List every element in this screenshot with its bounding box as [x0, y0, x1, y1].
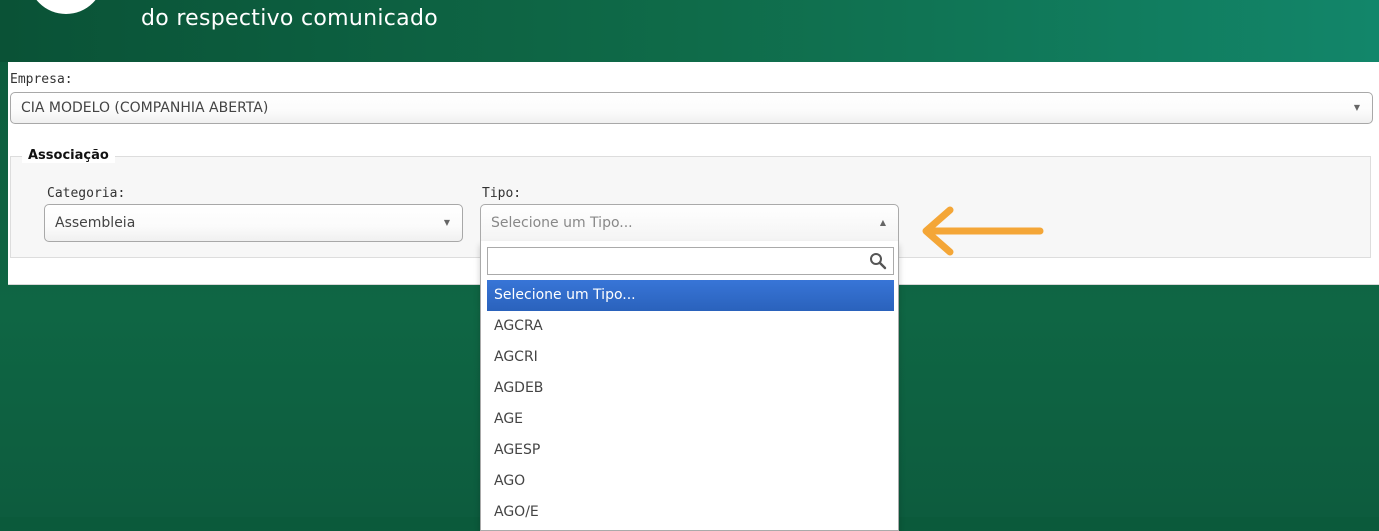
step-circle	[28, 0, 104, 14]
tipo-option[interactable]: AGESP	[487, 435, 894, 466]
header-banner: do respectivo comunicado	[0, 0, 1379, 62]
associacao-legend: Associação	[22, 148, 115, 163]
tipo-options-list: Selecione um Tipo... AGCRA AGCRI AGDEB A…	[487, 280, 894, 528]
triangle-down-icon: ▼	[443, 218, 450, 228]
triangle-down-icon: ▼	[1353, 103, 1360, 113]
tipo-option[interactable]: Selecione um Tipo...	[487, 280, 894, 311]
empresa-select[interactable]: CIA MODELO (COMPANHIA ABERTA) ▼	[10, 92, 1373, 124]
tipo-label: Tipo:	[482, 186, 522, 201]
empresa-label: Empresa:	[10, 72, 73, 87]
tipo-search-box[interactable]	[487, 247, 894, 275]
empresa-select-value: CIA MODELO (COMPANHIA ABERTA)	[21, 100, 269, 116]
tipo-option[interactable]: AGO	[487, 466, 894, 497]
tipo-option[interactable]: AGCRA	[487, 311, 894, 342]
tipo-search-input[interactable]	[492, 249, 866, 275]
search-icon	[870, 253, 887, 270]
tipo-option[interactable]: AGE	[487, 404, 894, 435]
tipo-option[interactable]: AGCRI	[487, 342, 894, 373]
orange-left-arrow-icon	[922, 206, 1044, 256]
tipo-option[interactable]: AGO/E	[487, 497, 894, 528]
banner-text: do respectivo comunicado	[141, 6, 438, 31]
triangle-up-icon: ▲	[879, 218, 886, 228]
categoria-label: Categoria:	[47, 186, 126, 201]
tipo-dropdown: Selecione um Tipo... AGCRA AGCRI AGDEB A…	[480, 241, 899, 531]
tipo-select-placeholder: Selecione um Tipo...	[491, 215, 633, 231]
categoria-select[interactable]: Assembleia ▼	[44, 204, 463, 242]
tipo-option[interactable]: AGDEB	[487, 373, 894, 404]
tipo-select[interactable]: Selecione um Tipo... ▲	[480, 204, 899, 242]
categoria-select-value: Assembleia	[55, 215, 136, 231]
